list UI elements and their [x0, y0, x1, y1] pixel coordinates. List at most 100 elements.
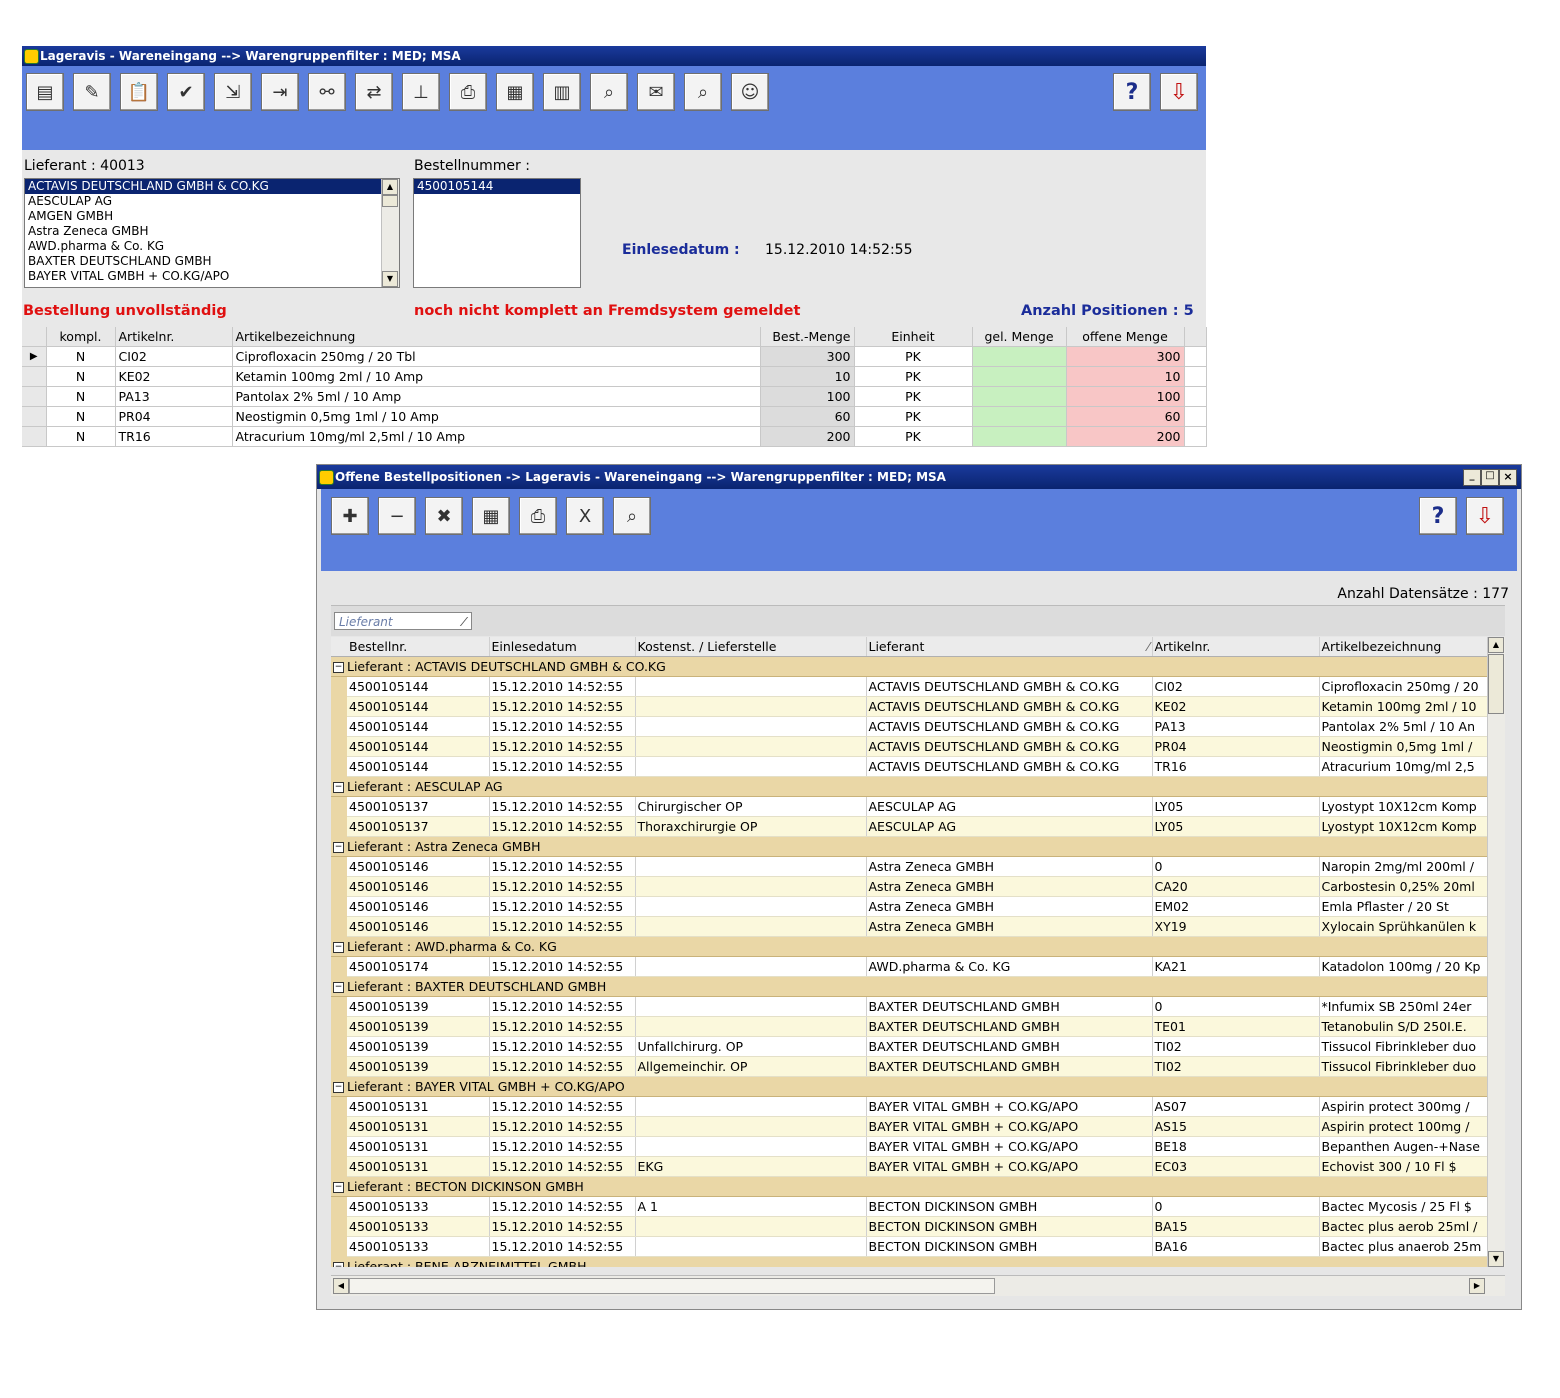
group-row[interactable]: − Lieferant : AWD.pharma & Co. KG	[331, 936, 1488, 957]
column-header[interactable]: kompl.	[46, 327, 116, 347]
table-row[interactable]: 4500105144 15.12.2010 14:52:55 ACTAVIS DEU…	[331, 736, 1489, 757]
grid-export-button[interactable]: ▥	[543, 73, 581, 111]
group-row[interactable]: − Lieferant : BENE-ARZNEIMITTEL GMBH	[331, 1256, 1488, 1267]
grid-button[interactable]: ▦	[496, 73, 534, 111]
group-row[interactable]: − Lieferant : BECTON DICKINSON GMBH	[331, 1176, 1488, 1197]
supplier-list-item[interactable]: BAXTER DEUTSCHLAND GMBH	[25, 254, 399, 269]
table-row[interactable]: 4500105137 15.12.2010 14:52:55 Thoraxchiru…	[331, 816, 1489, 837]
column-header[interactable]: Artikelbezeichnung	[232, 327, 761, 347]
table-row[interactable]: 4500105133 15.12.2010 14:52:55 BECTON DICK…	[331, 1216, 1489, 1237]
column-header[interactable]: Lieferant ⁄	[866, 637, 1153, 657]
table-row[interactable]: 4500105146 15.12.2010 14:52:55 Astra Zenec…	[331, 916, 1489, 937]
table-row[interactable]: 4500105139 15.12.2010 14:52:55 BAXTER DEUT…	[331, 996, 1489, 1017]
column-header[interactable]: Artikelbezeichnung	[1319, 637, 1489, 657]
table-row[interactable]: N PA13 Pantolax 2% 5ml / 10 Amp 100 PK 100	[22, 386, 1207, 407]
table-row[interactable]: 4500105131 15.12.2010 14:52:55 BAYER VITAL…	[331, 1136, 1489, 1157]
printer-button[interactable]: ⎙	[519, 497, 557, 535]
scroll-up-button[interactable]: ▲	[382, 179, 398, 195]
collapse-icon[interactable]: −	[333, 982, 344, 993]
table-row[interactable]: 4500105144 15.12.2010 14:52:55 ACTAVIS DEU…	[331, 676, 1489, 697]
scroll-thumb[interactable]	[382, 195, 398, 207]
exit-button[interactable]: ⇩	[1466, 497, 1504, 535]
order-list-item[interactable]: 4500105144	[414, 179, 580, 194]
binoculars-button[interactable]: ⚯	[308, 73, 346, 111]
column-header[interactable]: Einheit	[854, 327, 973, 347]
supplier-list-item[interactable]: Astra Zeneca GMBH	[25, 224, 399, 239]
scroll-down-button[interactable]: ▼	[382, 271, 398, 287]
maximize-button[interactable]: □	[1481, 469, 1499, 486]
table-row[interactable]: 4500105137 15.12.2010 14:52:55 Chirurgisch…	[331, 796, 1489, 817]
horizontal-scrollbar[interactable]: ◀ ▶	[331, 1275, 1505, 1296]
table-row[interactable]: 4500105139 15.12.2010 14:52:55 Allgemeinch…	[331, 1056, 1489, 1077]
group-row[interactable]: − Lieferant : ACTAVIS DEUTSCHLAND GMBH & …	[331, 656, 1488, 677]
scroll-left-button[interactable]: ◀	[333, 1278, 349, 1294]
scroll-h-thumb[interactable]	[349, 1278, 995, 1294]
column-header[interactable]: Bestellnr.	[347, 637, 490, 657]
collapse-icon[interactable]: −	[333, 942, 344, 953]
zoom-page-button[interactable]: ⌕	[590, 73, 628, 111]
table-row[interactable]: N KE02 Ketamin 100mg 2ml / 10 Amp 10 PK 10	[22, 366, 1207, 387]
group-row[interactable]: − Lieferant : Astra Zeneca GMBH	[331, 836, 1488, 857]
column-header[interactable]: Einlesedatum	[489, 637, 636, 657]
collapse-icon[interactable]: −	[333, 662, 344, 673]
supplier-list-item[interactable]: BAYER VITAL GMBH + CO.KG/APO	[25, 269, 399, 284]
table-row[interactable]: 4500105133 15.12.2010 14:52:55 BECTON DICK…	[331, 1236, 1489, 1257]
group-row[interactable]: − Lieferant : BAYER VITAL GMBH + CO.KG/AP…	[331, 1076, 1488, 1097]
table-row[interactable]: 4500105144 15.12.2010 14:52:55 ACTAVIS DEU…	[331, 696, 1489, 717]
table-row[interactable]: 4500105144 15.12.2010 14:52:55 ACTAVIS DEU…	[331, 716, 1489, 737]
calc-check-button[interactable]: ✔	[167, 73, 205, 111]
edit-list-button[interactable]: ✎	[73, 73, 111, 111]
group-row[interactable]: − Lieferant : BAXTER DEUTSCHLAND GMBH	[331, 976, 1488, 997]
properties-button[interactable]: ▤	[26, 73, 64, 111]
document-stamp-button[interactable]: ✉	[637, 73, 675, 111]
column-header[interactable]: Artikelnr.	[115, 327, 233, 347]
table-row[interactable]: 4500105144 15.12.2010 14:52:55 ACTAVIS DEU…	[331, 756, 1489, 777]
delete-note-button[interactable]: ✖	[425, 497, 463, 535]
scroll-down-button[interactable]: ▼	[1488, 1251, 1504, 1267]
calculator-button[interactable]: ▦	[472, 497, 510, 535]
printer-button[interactable]: ⎙	[449, 73, 487, 111]
collapse-icon[interactable]: −	[333, 1182, 344, 1193]
scroll-up-button[interactable]: ▲	[1488, 637, 1504, 653]
collapse-icon[interactable]: −	[333, 782, 344, 793]
collapse-icon[interactable]: −	[333, 842, 344, 853]
table-row[interactable]: 4500105174 15.12.2010 14:52:55 AWD.pharma …	[331, 956, 1489, 977]
group-row[interactable]: − Lieferant : AESCULAP AG	[331, 776, 1488, 797]
group-chip-lieferant[interactable]: Lieferant ⁄	[334, 612, 472, 630]
supplier-list-item[interactable]: ACTAVIS DEUTSCHLAND GMBH & CO.KG	[25, 179, 399, 194]
supplier-list-item[interactable]: AMGEN GMBH	[25, 209, 399, 224]
table-row[interactable]: 4500105146 15.12.2010 14:52:55 Astra Zenec…	[331, 876, 1489, 897]
scroll-right-button[interactable]: ▶	[1469, 1278, 1485, 1294]
table-row[interactable]: 4500105146 15.12.2010 14:52:55 Astra Zenec…	[331, 856, 1489, 877]
calc-to-pc-button[interactable]: ⇲	[214, 73, 252, 111]
exit-button[interactable]: ⇩	[1160, 73, 1198, 111]
help-button[interactable]: ?	[1113, 73, 1151, 111]
column-header[interactable]: Best.-Menge	[760, 327, 855, 347]
supplier-list-item[interactable]: AESCULAP AG	[25, 194, 399, 209]
table-row[interactable]: ▶ N CI02 Ciprofloxacin 250mg / 20 Tbl 300 PK 3…	[22, 346, 1207, 367]
collapse-icon[interactable]: −	[333, 1082, 344, 1093]
zoom-document-button[interactable]: ⌕	[613, 497, 651, 535]
vertical-scrollbar[interactable]: ▲ ▼	[1487, 637, 1505, 1267]
column-header[interactable]: Kostenst. / Lieferstelle	[635, 637, 867, 657]
minimize-button[interactable]: _	[1463, 469, 1481, 486]
users-button[interactable]: ☺	[731, 73, 769, 111]
supplier-list-item[interactable]: AWD.pharma & Co. KG	[25, 239, 399, 254]
transfer-button[interactable]: ⇄	[355, 73, 393, 111]
column-header[interactable]: Artikelnr.	[1152, 637, 1320, 657]
table-row[interactable]: 4500105131 15.12.2010 14:52:55 BAYER VITAL…	[331, 1116, 1489, 1137]
table-row[interactable]: 4500105131 15.12.2010 14:52:55 EKG BAYER VI…	[331, 1156, 1489, 1177]
table-row[interactable]: 4500105131 15.12.2010 14:52:55 BAYER VITAL…	[331, 1096, 1489, 1117]
order-listbox[interactable]: 4500105144	[413, 178, 581, 288]
hierarchy-button[interactable]: ⊥	[402, 73, 440, 111]
new-note-button[interactable]: ✚	[331, 497, 369, 535]
supplier-list-scrollbar[interactable]: ▲ ▼	[381, 179, 399, 287]
close-button[interactable]: ×	[1499, 469, 1517, 486]
table-row[interactable]: N PR04 Neostigmin 0,5mg 1ml / 10 Amp 60 PK 60	[22, 406, 1207, 427]
table-row[interactable]: 4500105139 15.12.2010 14:52:55 Unfallchiru…	[331, 1036, 1489, 1057]
excel-button[interactable]: X	[566, 497, 604, 535]
table-row[interactable]: 4500105146 15.12.2010 14:52:55 Astra Zenec…	[331, 896, 1489, 917]
clipboard-button[interactable]: 📋	[120, 73, 158, 111]
table-row[interactable]: 4500105139 15.12.2010 14:52:55 BAXTER DEUT…	[331, 1016, 1489, 1037]
supplier-listbox[interactable]: ACTAVIS DEUTSCHLAND GMBH & CO.KG AESCULAP…	[24, 178, 400, 288]
